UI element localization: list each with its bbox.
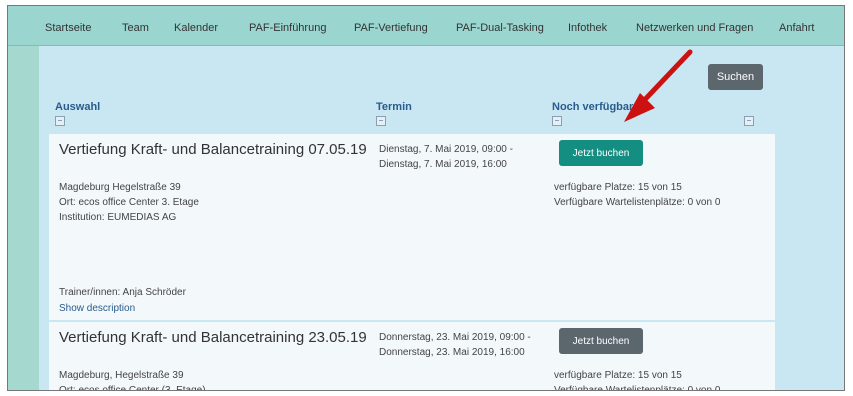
sort-selection-icon[interactable] (55, 116, 65, 126)
available-places: verfügbare Platze: 15 von 15 (554, 182, 682, 193)
course-date: Dienstag, 7. Mai 2019, 09:00 - Dienstag,… (379, 142, 513, 172)
waitlist-places: Verfügbare Wartelistenplätze: 0 von 0 (554, 197, 721, 208)
browser-frame: Startseite Team Kalender PAF-Einführung … (7, 5, 845, 391)
sort-available-icon[interactable] (552, 116, 562, 126)
nav-item-anfahrt[interactable]: Anfahrt (779, 22, 814, 34)
course-address: Magdeburg Hegelstraße 39 (59, 182, 181, 193)
nav-item-team[interactable]: Team (122, 22, 149, 34)
course-institution: Institution: EUMEDIAS AG (59, 212, 177, 223)
nav-item-kalender[interactable]: Kalender (174, 22, 218, 34)
waitlist-places: Verfügbare Wartelistenplätze: 0 von 0 (554, 385, 721, 391)
course-date-start: Donnerstag, 23. Mai 2019, 09:00 - (379, 332, 531, 343)
course-location: Magdeburg Hegelstraße 39 Ort: ecos offic… (59, 180, 199, 225)
show-description-link[interactable]: Show description (59, 303, 135, 314)
course-date: Donnerstag, 23. Mai 2019, 09:00 - Donner… (379, 330, 531, 360)
collapse-column-icon[interactable] (744, 116, 754, 126)
left-sidebar-strip (8, 46, 39, 390)
course-venue: Ort: ecos office Center (3. Etage) (59, 385, 206, 391)
course-date-start: Dienstag, 7. Mai 2019, 09:00 - (379, 144, 513, 155)
available-places: verfügbare Platze: 15 von 15 (554, 370, 682, 381)
book-now-button[interactable]: Jetzt buchen (559, 140, 643, 166)
course-title: Vertiefung Kraft- und Balancetraining 07… (59, 141, 367, 158)
course-location: Magdeburg, Hegelstraße 39 Ort: ecos offi… (59, 368, 206, 391)
sort-date-icon[interactable] (376, 116, 386, 126)
course-availability: verfügbare Platze: 15 von 15 Verfügbare … (554, 368, 721, 391)
course-venue: Ort: ecos office Center 3. Etage (59, 197, 199, 208)
column-header-available[interactable]: Noch verfügbar (552, 101, 633, 113)
course-availability: verfügbare Platze: 15 von 15 Verfügbare … (554, 180, 720, 210)
course-card: Vertiefung Kraft- und Balancetraining 23… (49, 322, 775, 391)
course-trainer: Trainer/innen: Anja Schröder (59, 287, 186, 298)
nav-item-paf-vertiefung[interactable]: PAF-Vertiefung (354, 22, 428, 34)
nav-item-paf-dual-tasking[interactable]: PAF-Dual-Tasking (456, 22, 544, 34)
search-button[interactable]: Suchen (708, 64, 763, 90)
course-address: Magdeburg, Hegelstraße 39 (59, 370, 184, 381)
course-date-end: Dienstag, 7. Mai 2019, 16:00 (379, 159, 507, 170)
book-now-button[interactable]: Jetzt buchen (559, 328, 643, 354)
top-navigation: Startseite Team Kalender PAF-Einführung … (8, 6, 844, 46)
course-title: Vertiefung Kraft- und Balancetraining 23… (59, 329, 367, 346)
nav-item-netzwerken-und-fragen[interactable]: Netzwerken und Fragen (636, 22, 753, 34)
nav-item-infothek[interactable]: Infothek (568, 22, 607, 34)
course-card: Vertiefung Kraft- und Balancetraining 07… (49, 134, 775, 320)
column-header-selection[interactable]: Auswahl (55, 101, 100, 113)
course-list-area: Suchen Auswahl Termin Noch verfügbar Ver… (39, 46, 844, 391)
nav-item-paf-einfuehrung[interactable]: PAF-Einführung (249, 22, 326, 34)
nav-item-startseite[interactable]: Startseite (45, 22, 91, 34)
column-header-date[interactable]: Termin (376, 101, 412, 113)
course-date-end: Donnerstag, 23. Mai 2019, 16:00 (379, 347, 525, 358)
